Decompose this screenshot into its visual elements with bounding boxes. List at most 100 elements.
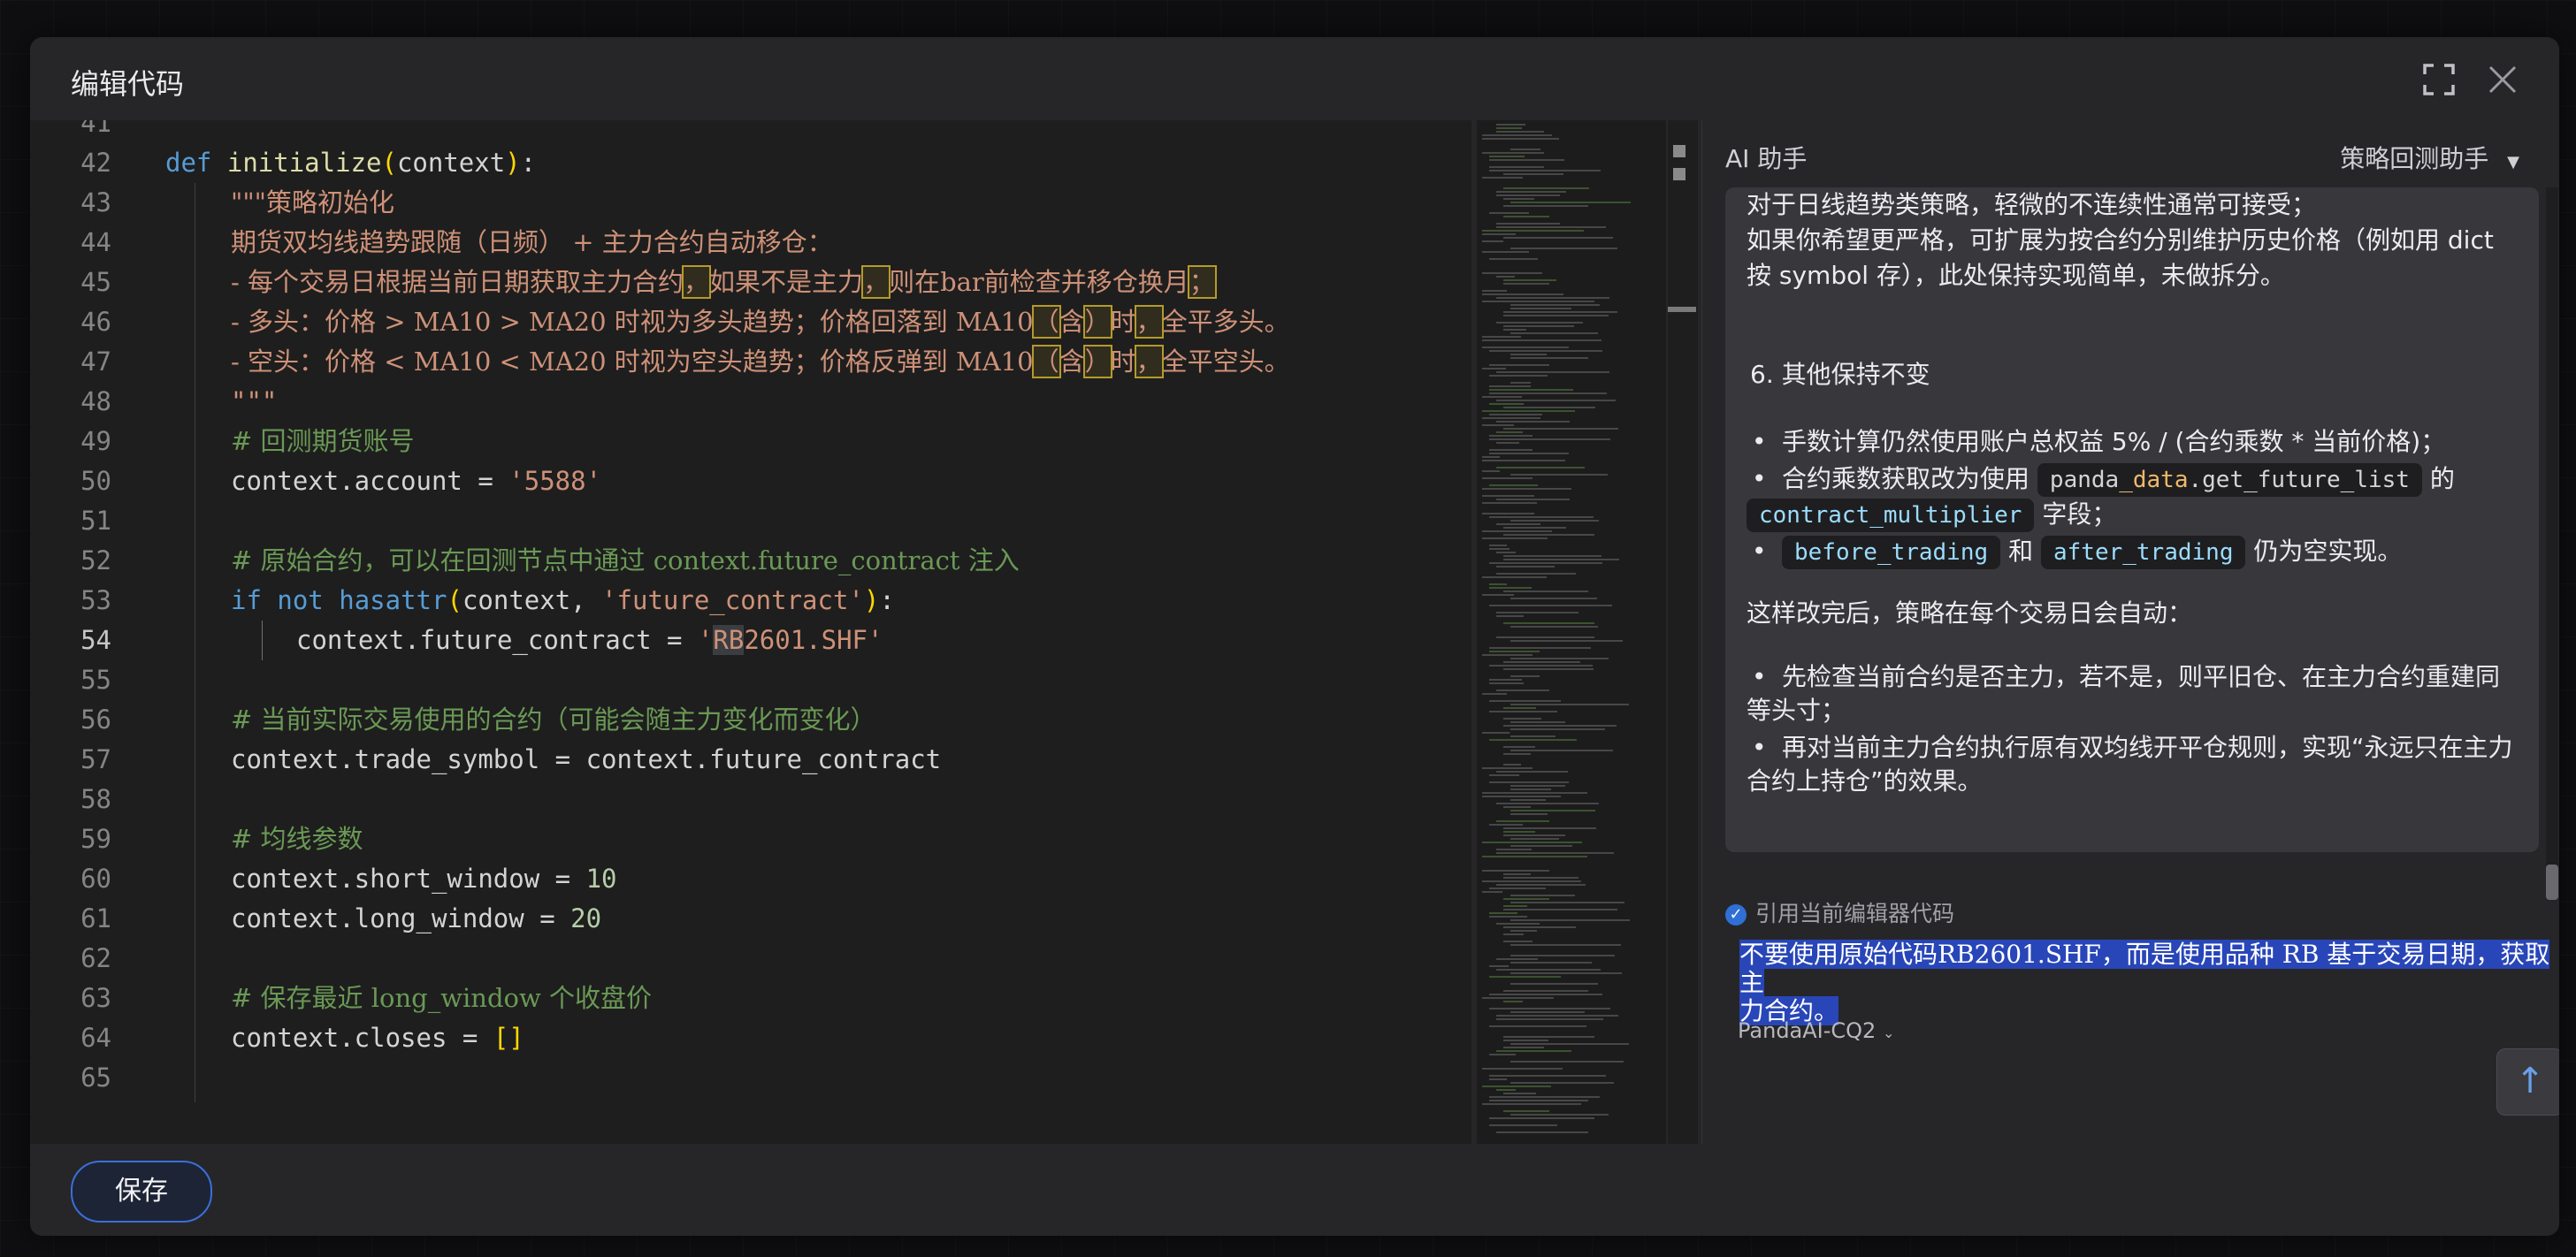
code-line[interactable]: 60 context.short_window = 10 [30,859,1471,899]
editor-scrollbar-thumb[interactable] [1668,307,1696,312]
minimap-line [1482,880,1581,882]
token: - 每个交易日根据当前日期获取主力合约 [231,267,684,297]
line-number: 53 [80,585,111,615]
list-item: 手数计算仍然使用账户总权益 5% / (合约乘数 * 当前价格)； [1752,424,2445,460]
code-line[interactable]: 61 context.long_window = 20 [30,899,1471,939]
code-line[interactable]: 42 def initialize(context): [30,143,1471,183]
minimap-line [1482,251,1529,253]
code-editor[interactable]: 41 42 def initialize(context): 43 """策略初… [30,120,1471,1144]
minimap-line [1489,1008,1610,1009]
minimap-line [1510,813,1548,815]
code-line[interactable]: 62 [30,939,1471,979]
send-button[interactable]: ↑ [2496,1048,2559,1116]
minimap-line [1482,654,1533,656]
code-line[interactable]: 48 """ [30,382,1471,422]
token: 全平多头。 [1161,307,1290,337]
minimap-line [1482,233,1516,235]
code-line[interactable]: 45 - 每个交易日根据当前日期获取主力合约，如果不是主力，则在bar前检查并移… [30,263,1471,302]
model-select[interactable]: PandaAI-CQ2 ⌄ [1738,1018,1894,1043]
token: context [396,148,506,178]
line-number: 41 [80,120,111,138]
minimap-line [1510,1043,1629,1045]
inline-code: panda_data.get_future_list [2037,463,2422,497]
code-line[interactable]: 41 [30,120,1471,143]
code-line[interactable]: 57 context.trade_symbol = context.future… [30,740,1471,780]
minimap-line [1496,820,1549,822]
code-minimap[interactable] [1477,120,1666,1144]
minimap-line [1503,428,1618,430]
minimap-line [1482,792,1587,794]
code-line[interactable]: 64 context.closes = [] [30,1018,1471,1058]
close-icon[interactable] [2485,62,2520,97]
code-line[interactable]: 56 # 当前实际交易使用的合约（可能会随主力变化而变化） [30,700,1471,740]
code-line[interactable]: 47 - 空头：价格 < MA10 < MA20 时视为空头趋势；价格反弹到 M… [30,342,1471,382]
highlight-token: ， [1134,305,1164,339]
code-line[interactable]: 63 # 保存最近 long_window 个收盘价 [30,979,1471,1018]
code-line[interactable]: 46 - 多头：价格 > MA10 > MA20 时视为多头趋势；价格回落到 M… [30,302,1471,342]
ai-header: AI 助手 策略回测助手 ▼ [1702,120,2559,187]
minimap-line [1482,856,1587,857]
minimap-line [1503,622,1594,624]
minimap-line [1496,803,1599,804]
minimap-line [1503,407,1595,408]
line-number: 48 [80,386,111,416]
code-line[interactable]: 58 [30,780,1471,819]
minimap-line [1503,173,1563,175]
ai-message-bubble: 对于日线趋势类策略，轻微的不连续性通常可接受； 如果你希望更严格，可扩展为按合约… [1725,187,2539,852]
minimap-line [1489,389,1573,391]
save-button[interactable]: 保存 [71,1161,212,1223]
token: ( [447,585,462,615]
minimap-line [1510,902,1624,903]
ai-scrollbar[interactable] [2546,187,2558,868]
code-line[interactable]: 43 """策略初始化 [30,183,1471,223]
code-text: - 空头：价格 < MA10 < MA20 时视为空头趋势；价格反弹到 MA10… [231,342,1290,382]
minimap-line [1482,410,1575,412]
code-line[interactable]: 51 [30,501,1471,541]
message-text: 如果你希望更严格，可扩展为按合约分别维护历史价格（例如用 dict [1747,225,2494,255]
line-number: 64 [80,1023,111,1053]
editor-scrollbar[interactable] [1668,120,1698,1144]
minimap-line [1510,202,1631,203]
minimap-line [1482,424,1514,426]
code-line[interactable]: 65 [30,1058,1471,1098]
minimap-line [1489,212,1529,214]
reference-editor-toggle[interactable]: ✓ 引用当前编辑器代码 [1725,896,1954,928]
code-line[interactable]: 59 # 均线参数 [30,819,1471,859]
minimap-line [1482,240,1503,242]
minimap-line [1496,467,1585,469]
minimap-line [1489,912,1517,914]
minimap-line [1503,205,1588,207]
minimap-line [1489,545,1507,546]
token: - 多头：价格 > MA10 > MA20 时视为多头趋势；价格回落到 MA10 [231,307,1034,337]
minimap-line [1510,520,1599,522]
minimap-line [1489,587,1532,589]
code-line[interactable]: 49 # 回测期货账号 [30,422,1471,461]
highlight-token: （ [1031,345,1061,378]
minimap-line [1489,824,1523,826]
minimap-line [1482,396,1522,398]
minimap-line [1482,339,1601,341]
minimap-line [1510,382,1531,384]
minimap-line [1482,290,1507,292]
minimap-line [1489,994,1602,995]
code-line[interactable]: 54 context.future_contract = 'RB2601.SHF… [30,621,1471,660]
minimap-line [1503,559,1619,560]
code-text: # 原始合约，可以在回测节点中通过 context.future_contrac… [231,545,1020,575]
minimap-line [1496,566,1555,568]
code-line[interactable]: 44 期货双均线趋势跟随（日频） + 主力合约自动移仓： [30,223,1471,263]
fullscreen-icon[interactable] [2421,62,2457,97]
assistant-mode-select[interactable]: 策略回测助手 ▼ [2340,140,2519,175]
minimap-line [1489,965,1509,967]
minimap-line [1510,598,1597,599]
code-line[interactable]: 55 [30,660,1471,700]
minimap-line [1510,930,1537,932]
minimap-line [1503,661,1580,663]
minimap-line [1482,477,1533,479]
chat-input[interactable]: 不要使用原始代码RB2601.SHF，而是使用品种 RB 基于交易日期，获取主 … [1739,940,2553,1025]
list-item-text: 合约乘数获取改为使用 [1782,464,2030,493]
code-line[interactable]: 53 if not hasattr(context, 'future_contr… [30,581,1471,621]
minimap-line [1482,336,1521,338]
code-line[interactable]: 50 context.account = '5588' [30,461,1471,501]
message-text: 这样改完后，策略在每个交易日会自动： [1747,598,2193,628]
code-line[interactable]: 52 # 原始合约，可以在回测节点中通过 context.future_cont… [30,541,1471,581]
